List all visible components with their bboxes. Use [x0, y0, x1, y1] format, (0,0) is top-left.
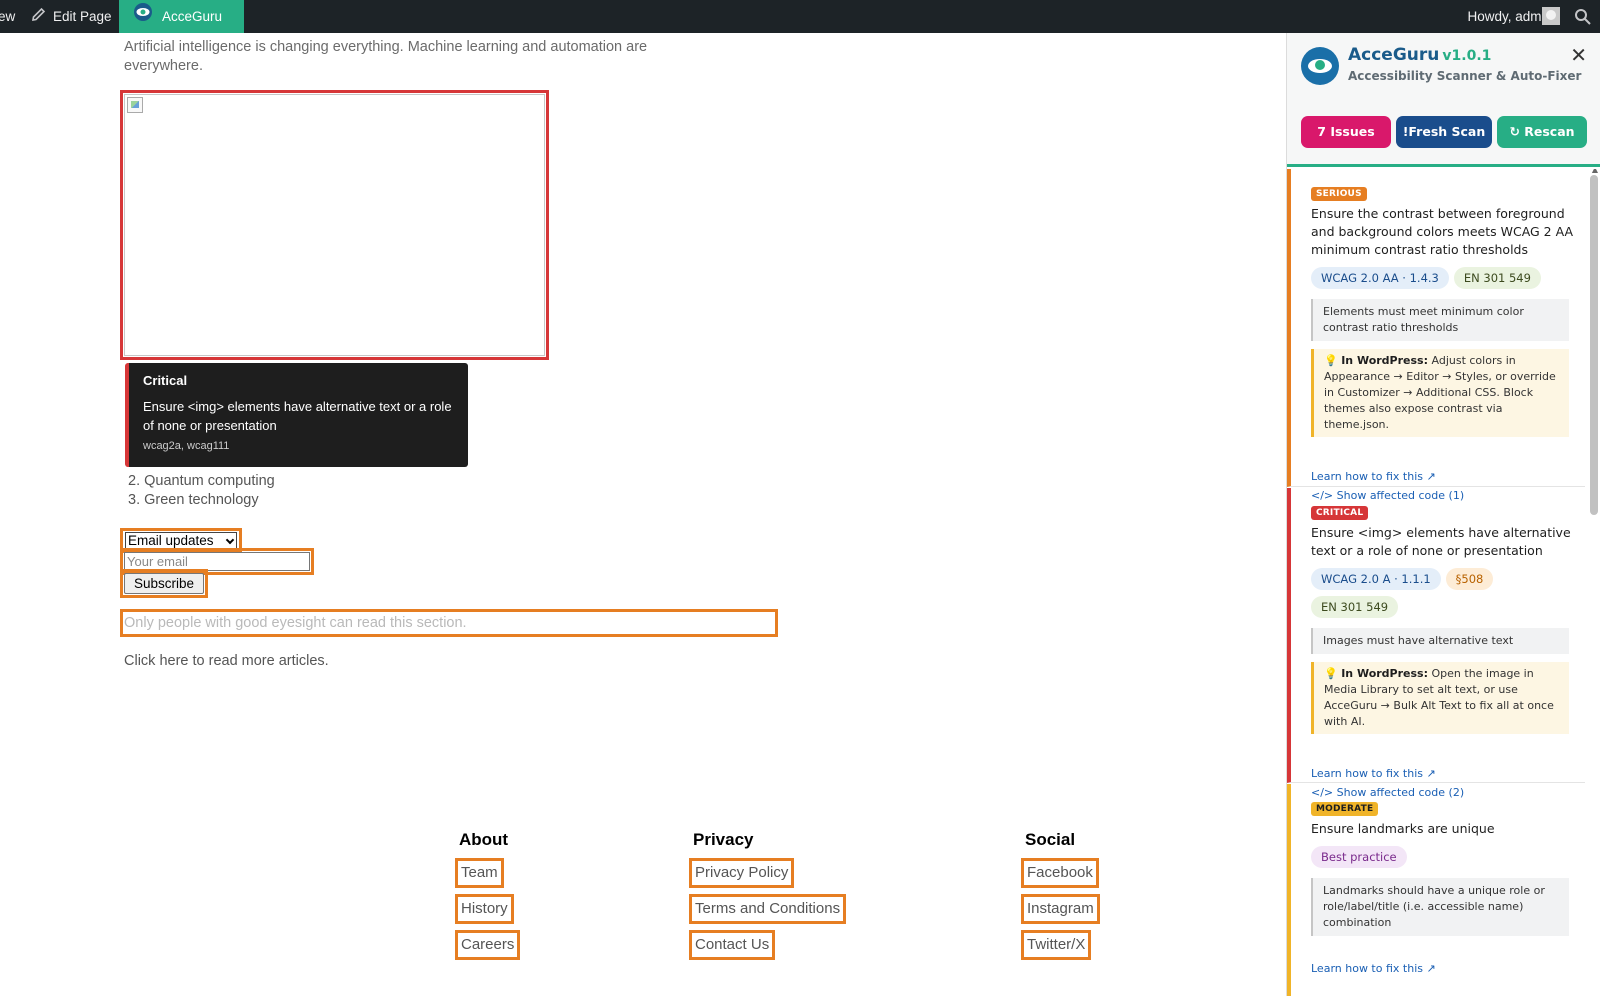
search-icon[interactable] [1574, 0, 1592, 33]
rescan-button[interactable]: ↻ Rescan [1497, 116, 1587, 148]
panel-version: v1.0.1 [1442, 48, 1492, 64]
acceguru-eye-icon [133, 1, 153, 34]
tag-wcag: WCAG 2.0 A · 1.1.1 [1311, 568, 1441, 590]
wp-label: In WordPress: [1341, 354, 1428, 367]
issue-card-critical: CRITICAL Ensure <img> elements have alte… [1287, 488, 1585, 799]
footer-heading-privacy: Privacy [693, 830, 754, 849]
severity-badge: CRITICAL [1311, 506, 1369, 520]
tag-wcag: WCAG 2.0 AA · 1.4.3 [1311, 267, 1449, 289]
footer-heading-about: About [459, 830, 509, 849]
list-item: 2. Quantum computing [128, 473, 275, 489]
tooltip-title: Critical [143, 373, 188, 388]
footer-link-instagram[interactable]: Instagram [1021, 894, 1100, 924]
issue-tags: Best practice [1311, 838, 1585, 868]
footer-link-contact[interactable]: Contact Us [689, 930, 776, 960]
admin-bar: ew Edit Page AcceGuru Howdy, admin [0, 0, 1600, 33]
learn-fix-link[interactable]: Learn how to fix this ↗ [1311, 470, 1585, 483]
panel-header: AcceGuru v1.0.1 Accessibility Scanner & A… [1287, 33, 1600, 167]
footer-link-team[interactable]: Team [455, 858, 504, 888]
fresh-scan-button[interactable]: !Fresh Scan [1396, 116, 1492, 148]
topics-list: 2. Quantum computing 3. Green technology [128, 472, 275, 510]
tag-en301549: EN 301 549 [1453, 267, 1541, 289]
scroll-up-icon[interactable]: ▲ [1592, 169, 1598, 174]
footer-heading-social: Social [1025, 830, 1076, 849]
subscribe-button[interactable]: Subscribe [124, 573, 204, 594]
intro-paragraph: Artificial intelligence is changing ever… [124, 39, 648, 74]
howdy-user[interactable]: Howdy, admin [1467, 0, 1552, 33]
footer-link-careers[interactable]: Careers [455, 930, 521, 960]
severity-badge: MODERATE [1311, 802, 1379, 816]
issue-tags: WCAG 2.0 A · 1.1.1 §508 EN 301 549 [1311, 560, 1575, 618]
acceguru-panel: AcceGuru v1.0.1 Accessibility Scanner & A… [1286, 33, 1600, 996]
panel-title-text: AcceGuru [1348, 45, 1440, 65]
issue-tags: WCAG 2.0 AA · 1.4.3 EN 301 549 [1311, 259, 1585, 289]
issue-card-serious: SERIOUS Ensure the contrast between fore… [1287, 169, 1585, 502]
close-icon[interactable]: ✕ [1570, 43, 1587, 67]
image-missing-alt [124, 94, 545, 356]
severity-badge: SERIOUS [1311, 187, 1367, 201]
issue-card-moderate: MODERATE Ensure landmarks are unique Bes… [1287, 784, 1585, 996]
acceguru-menu[interactable]: AcceGuru [119, 0, 244, 33]
wordpress-tip: 💡 In WordPress: Adjust colors in Appeara… [1311, 349, 1569, 437]
issue-help-text: Landmarks should have a unique role or r… [1311, 878, 1569, 936]
tooltip-tags: wcag2a, wcag111 [143, 440, 230, 452]
issue-help-text: Images must have alternative text [1311, 628, 1569, 654]
lightbulb-icon: 💡 [1324, 667, 1338, 680]
footer-link-terms[interactable]: Terms and Conditions [689, 894, 847, 924]
tag-508: §508 [1445, 568, 1494, 590]
footer-link-privacy-policy[interactable]: Privacy Policy [689, 858, 795, 888]
select-value: Email updates [128, 533, 214, 548]
low-contrast-text: Only people with good eyesight can read … [124, 615, 467, 631]
footer-link-twitter[interactable]: Twitter/X [1021, 930, 1092, 960]
chevron-down-icon [225, 535, 235, 545]
page-content: Artificial intelligence is changing ever… [0, 33, 1286, 996]
tag-en301549: EN 301 549 [1311, 596, 1399, 618]
pencil-icon [31, 1, 46, 34]
lightbulb-icon: 💡 [1324, 354, 1338, 367]
wordpress-tip: 💡 In WordPress: Open the image in Media … [1311, 662, 1569, 734]
issues-list[interactable]: SERIOUS Ensure the contrast between fore… [1287, 169, 1600, 996]
learn-fix-link[interactable]: Learn how to fix this ↗ [1311, 767, 1585, 780]
issue-title: Ensure the contrast between foreground a… [1311, 206, 1574, 257]
list-item: 3. Green technology [128, 492, 259, 508]
issues-count-button[interactable]: 7 Issues [1301, 116, 1391, 148]
wp-label: In WordPress: [1341, 667, 1428, 680]
footer-link-history[interactable]: History [455, 894, 514, 924]
panel-subtitle: Accessibility Scanner & Auto-Fixer [1348, 69, 1582, 83]
issue-title: Ensure landmarks are unique [1311, 821, 1495, 836]
view-page-link[interactable]: ew [0, 0, 15, 33]
panel-title: AcceGuru v1.0.1 [1348, 45, 1491, 65]
scrollbar[interactable] [1590, 175, 1598, 515]
footer-link-facebook[interactable]: Facebook [1021, 858, 1099, 888]
issue-tooltip: Critical Ensure <img> elements have alte… [125, 363, 468, 467]
issue-title: Ensure <img> elements have alternative t… [1311, 525, 1571, 558]
edit-page-label: Edit Page [53, 9, 112, 24]
tag-best-practice: Best practice [1311, 846, 1407, 868]
read-more-link[interactable]: Click here to read more articles. [124, 653, 329, 669]
issue-help-text: Elements must meet minimum color contras… [1311, 299, 1569, 341]
learn-fix-link[interactable]: Learn how to fix this ↗ [1311, 962, 1585, 975]
avatar[interactable] [1542, 7, 1560, 25]
edit-page-link[interactable]: Edit Page [31, 0, 112, 33]
tooltip-description: Ensure <img> elements have alternative t… [143, 399, 452, 433]
broken-image-icon [127, 97, 143, 113]
acceguru-logo [1301, 47, 1339, 85]
acceguru-menu-label: AcceGuru [162, 9, 223, 24]
